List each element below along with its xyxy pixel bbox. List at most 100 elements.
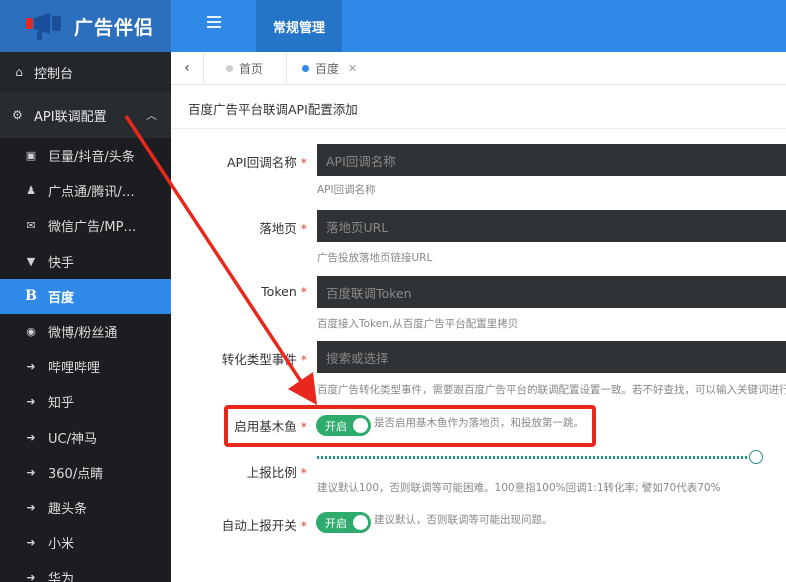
report-ratio-slider[interactable] <box>317 456 749 459</box>
sidebar-item[interactable]: ➜ 360/点睛 <box>0 455 171 490</box>
arrow-circle-icon: ➜ <box>26 465 36 479</box>
sidebar-item-label: 知乎 <box>48 396 75 412</box>
tab-status-dot <box>302 64 309 72</box>
sidebar-item-label: 哔哩哔哩 <box>48 361 101 377</box>
vimeo-icon: ▼ <box>26 254 36 268</box>
top-header: 常规管理 <box>171 0 786 52</box>
sidebar-item-label: 广点通/腾讯/… <box>48 185 135 201</box>
landing-label: 落地页 * <box>259 218 307 237</box>
field-label: 落地页 <box>259 221 297 236</box>
sidebar-item[interactable]: ▣ 巨量/抖音/头条 <box>0 138 171 173</box>
sidebar-item-label: 快手 <box>48 255 75 271</box>
sidebar-item[interactable]: B 百度 <box>0 278 171 314</box>
wechat-icon: ✉ <box>26 219 36 233</box>
page-title: 百度广告平台联调API配置添加 <box>188 102 358 117</box>
highlight-box <box>224 405 596 447</box>
megaphone-logo-icon <box>26 11 64 41</box>
logo[interactable]: 广告伴侣 <box>0 0 171 52</box>
token-help: 百度接入Token,从百度广告平台配置里拷贝 <box>317 318 519 330</box>
toggle-label: 开启 <box>325 516 347 530</box>
home-icon: ⌂ <box>15 65 23 79</box>
field-label: 转化类型事件 <box>221 352 297 367</box>
sidebar-item-dashboard[interactable]: ⌂ 控制台 <box>0 52 171 92</box>
sidebar-item[interactable]: ♟ 广点通/腾讯/… <box>0 173 171 208</box>
required-mark: * <box>300 465 307 480</box>
arrow-circle-icon: ➜ <box>26 430 36 444</box>
required-mark: * <box>300 284 307 299</box>
report-ratio-help: 建议默认100，否则联调等可能困难。100意指100%回调1:1转化率; 譬如7… <box>317 482 721 494</box>
sidebar-item-label: 微信广告/MP… <box>48 220 137 236</box>
sidebar-item-label: 微博/粉丝通 <box>48 326 118 342</box>
api-name-label: API回调名称 * <box>227 152 307 171</box>
sidebar-item-label: 小米 <box>48 537 75 553</box>
auto-report-label: 自动上报开关 * <box>222 515 307 534</box>
sidebar-item-label: 360/点睛 <box>48 466 104 482</box>
sidebar-item[interactable]: ➜ 小米 <box>0 525 171 560</box>
convert-type-help: 百度广告转化类型事件，需要跟百度广告平台的联调配置设置一致。若不好查找，可以输入… <box>317 384 786 396</box>
arrow-circle-icon: ➜ <box>26 571 36 582</box>
list-icon[interactable] <box>207 16 221 30</box>
sidebar-item[interactable]: ➜ UC/神马 <box>0 420 171 455</box>
bold-b-icon: B <box>25 288 37 305</box>
field-label: 上报比例 <box>246 465 297 480</box>
qq-icon: ♟ <box>26 184 36 198</box>
token-label: Token * <box>261 284 307 299</box>
app-title: 广告伴侣 <box>74 16 155 39</box>
arrow-circle-icon: ➜ <box>26 360 36 374</box>
arrow-circle-icon: ➜ <box>26 500 36 514</box>
sidebar-submenu: ▣ 巨量/抖音/头条 ♟ 广点通/腾讯/… ✉ 微信广告/MP… ▼ 快手 B 百度 ◉ 微博/粉丝通… <box>0 138 171 582</box>
sidebar-item[interactable]: ➜ 知乎 <box>0 384 171 419</box>
field-label: 自动上报开关 <box>221 518 297 533</box>
tab-baidu[interactable]: 百度 ✕ <box>286 52 357 84</box>
sidebar-item-label: 趣头条 <box>48 501 88 517</box>
sidebar-item[interactable]: ✉ 微信广告/MP… <box>0 208 171 243</box>
tab-label: 首页 <box>239 61 264 76</box>
landing-url-input[interactable]: 落地页URL <box>317 210 786 242</box>
sidebar-item-label: 华为 <box>48 572 75 582</box>
token-input[interactable]: 百度联调Token <box>317 276 786 308</box>
close-icon[interactable]: ✕ <box>348 62 357 75</box>
report-ratio-label: 上报比例 * <box>247 462 307 481</box>
header-tab-general[interactable]: 常规管理 <box>256 0 342 52</box>
sidebar-item[interactable]: ▼ 快手 <box>0 244 171 279</box>
required-mark: * <box>300 155 307 170</box>
arrow-circle-icon: ➜ <box>26 395 36 409</box>
gears-icon: ⚙ <box>12 108 23 122</box>
chevron-up-icon: ︿ <box>146 109 157 122</box>
convert-type-label: 转化类型事件 * <box>222 349 307 368</box>
sidebar-item[interactable]: ➜ 趣头条 <box>0 490 171 525</box>
sidebar-item-label: 巨量/抖音/头条 <box>48 150 135 166</box>
sidebar-item-label: 控制台 <box>34 66 74 82</box>
id-card-icon: ▣ <box>25 149 37 163</box>
sidebar-item[interactable]: ➜ 华为 <box>0 560 171 582</box>
landing-help: 广告投放落地页链接URL <box>317 252 433 264</box>
app-root: 广告伴侣 ⌂ 控制台 ⚙ API联调配置 ︿ ▣ 巨量/抖音/头条 ♟ 广点通/腾讯/… <box>0 0 786 582</box>
sidebar-group-label: API联调配置 <box>34 109 107 125</box>
page-tabbar: ‹ 首页 百度 ✕ <box>171 52 786 85</box>
chevron-left-icon[interactable]: ‹ <box>171 52 204 84</box>
arrow-circle-icon: ➜ <box>26 536 36 550</box>
sidebar-item-label: 百度 <box>48 290 75 306</box>
sidebar-item[interactable]: ◉ 微博/粉丝通 <box>0 314 171 349</box>
api-name-help: API回调名称 <box>317 184 376 196</box>
sidebar-item-label: UC/神马 <box>48 431 97 447</box>
auto-report-help: 建议默认，否则联调等可能出现问题。 <box>374 514 553 526</box>
required-mark: * <box>300 352 307 367</box>
field-label: API回调名称 <box>226 155 297 170</box>
field-label: Token <box>261 284 297 299</box>
sidebar: 广告伴侣 ⌂ 控制台 ⚙ API联调配置 ︿ ▣ 巨量/抖音/头条 ♟ 广点通/腾讯/… <box>0 0 171 582</box>
tab-home[interactable]: 首页 <box>226 52 263 84</box>
slider-handle[interactable] <box>749 450 763 464</box>
required-mark: * <box>300 518 307 533</box>
convert-type-select[interactable]: 搜索或选择 <box>317 341 786 373</box>
tab-label: 百度 <box>315 61 340 76</box>
tab-status-dot <box>226 64 233 72</box>
api-name-input[interactable]: API回调名称 <box>317 144 786 176</box>
required-mark: * <box>300 221 307 236</box>
sidebar-item[interactable]: ➜ 哔哩哔哩 <box>0 349 171 384</box>
auto-report-toggle[interactable]: 开启 <box>316 512 371 533</box>
main-content: 百度广告平台联调API配置添加 API回调名称 * API回调名称 API回调名称… <box>171 85 786 582</box>
divider <box>171 128 786 129</box>
sidebar-group-api-config[interactable]: ⚙ API联调配置 ︿ <box>0 92 171 138</box>
toggle-knob <box>353 515 368 530</box>
